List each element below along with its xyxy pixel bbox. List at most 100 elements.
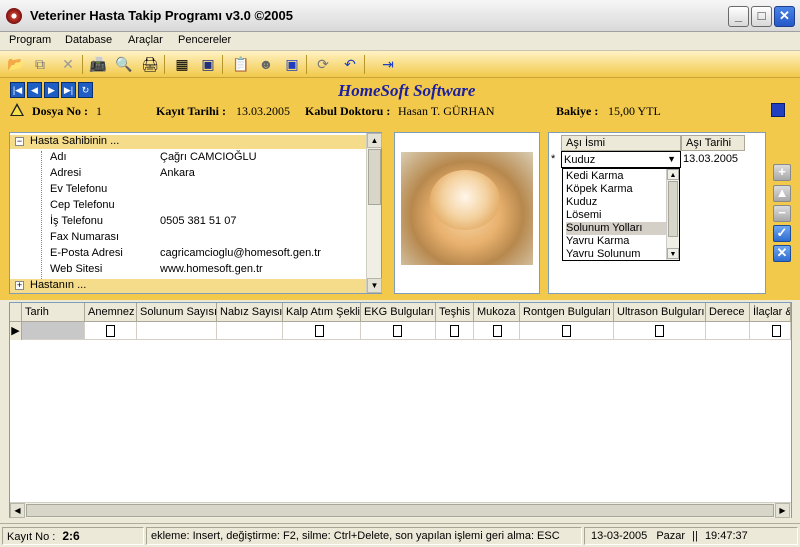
minimize-button[interactable]: _	[728, 6, 749, 27]
dropdown-item[interactable]: Köpek Karma	[566, 183, 666, 196]
grid-cell-tarih[interactable]	[22, 322, 85, 340]
first-record-button[interactable]: |◀	[10, 82, 25, 98]
vaccine-name-combo[interactable]: Kuduz ▼	[561, 151, 681, 168]
scroll-thumb[interactable]	[26, 504, 774, 517]
memo-icon[interactable]	[393, 325, 402, 337]
dropdown-item[interactable]: Yavru Solunum	[566, 248, 666, 261]
exam-grid[interactable]: Tarih Anemnez Solunum Sayısı Nabız Sayıs…	[9, 302, 792, 518]
expand-icon[interactable]: +	[15, 281, 24, 290]
prev-record-button[interactable]: ◀	[27, 82, 42, 98]
calendar-icon[interactable]: ▦	[172, 54, 192, 74]
menu-program[interactable]: Program	[9, 34, 51, 46]
field-value-adresi[interactable]: Ankara	[160, 167, 195, 179]
grid-cell-derece[interactable]	[706, 322, 750, 340]
field-value-adi[interactable]: Çağrı CAMCIOĞLU	[160, 151, 257, 163]
copy-icon[interactable]: ⧉	[30, 54, 50, 74]
warning-icon-fill	[12, 106, 22, 115]
open-folder-icon[interactable]: 📂	[6, 54, 26, 74]
chevron-down-icon[interactable]: ▼	[667, 154, 676, 164]
col-header-rontgen[interactable]: Rontgen Bulguları	[520, 303, 614, 322]
scroll-up-icon[interactable]: ▲	[367, 133, 382, 148]
col-header-ekg[interactable]: EKG Bulguları	[361, 303, 436, 322]
smiley-icon[interactable]: ☻	[256, 54, 276, 74]
memo-icon[interactable]	[493, 325, 502, 337]
calculator-icon[interactable]: ▣	[198, 54, 218, 74]
field-label-is-telefonu: İş Telefonu	[50, 215, 104, 227]
vaccine-date-value[interactable]: 13.03.2005	[683, 153, 738, 165]
scroll-thumb[interactable]	[368, 149, 381, 205]
col-header-nabiz[interactable]: Nabız Sayısı	[217, 303, 283, 322]
col-header-mukoza[interactable]: Mukoza	[474, 303, 520, 322]
col-header-kalp[interactable]: Kalp Atım Şekli	[283, 303, 361, 322]
col-header-tarih[interactable]: Tarih	[22, 303, 85, 322]
menu-pencereler[interactable]: Pencereler	[178, 34, 231, 46]
cancel-button[interactable]: ✕	[773, 245, 791, 262]
refresh-icon[interactable]: ⟳	[313, 54, 333, 74]
scroll-up-icon[interactable]: ▲	[667, 169, 679, 180]
print-icon[interactable]: 🖨	[140, 54, 160, 74]
fax-icon[interactable]: 📠	[88, 54, 108, 74]
menu-database[interactable]: Database	[65, 34, 112, 46]
dropdown-scrollbar[interactable]: ▲ ▼	[666, 169, 679, 260]
maximize-button[interactable]: □	[751, 6, 772, 27]
memo-icon[interactable]	[450, 325, 459, 337]
dropdown-item-selected[interactable]: Solunum Yolları	[566, 222, 666, 235]
col-header-ilaclar[interactable]: İlaçlar &	[750, 303, 791, 322]
patient-group-header[interactable]: + Hastanın ...	[10, 279, 367, 293]
record-counter: Kayıt No : 2:6	[2, 527, 144, 545]
owner-tree[interactable]: − Hasta Sahibinin ... Adı Çağrı CAMCIOĞL…	[9, 132, 382, 294]
col-header-anemnez[interactable]: Anemnez	[85, 303, 137, 322]
paste-icon[interactable]: 📋	[231, 54, 251, 74]
dropdown-item[interactable]: Kuduz	[566, 196, 666, 209]
vaccine-date-header[interactable]: Aşı Tarihi	[681, 135, 745, 151]
delete-icon[interactable]: ✕	[58, 54, 78, 74]
tree-scrollbar[interactable]: ▲ ▼	[366, 133, 382, 293]
vaccine-dropdown-list[interactable]: Kedi Karma Köpek Karma Kuduz Lösemi Solu…	[562, 168, 680, 261]
memo-icon[interactable]	[772, 325, 781, 337]
col-header-derece[interactable]: Derece	[706, 303, 750, 322]
memo-icon[interactable]	[655, 325, 664, 337]
field-value-web[interactable]: www.homesoft.gen.tr	[160, 263, 263, 275]
collapse-icon[interactable]: −	[15, 137, 24, 146]
dropdown-item[interactable]: Lösemi	[566, 209, 666, 222]
dropdown-item[interactable]: Kedi Karma	[566, 170, 666, 183]
col-header-ultrason[interactable]: Ultrason Bulguları	[614, 303, 706, 322]
details-icon[interactable]	[771, 103, 785, 117]
grid-cell-nabiz[interactable]	[217, 322, 283, 340]
grid-cell-solunum[interactable]	[137, 322, 217, 340]
owner-group-header[interactable]: − Hasta Sahibinin ...	[10, 135, 367, 149]
move-up-button[interactable]: ▲	[773, 185, 791, 202]
menu-araclar[interactable]: Araçlar	[128, 34, 163, 46]
scroll-left-icon[interactable]: ◀	[10, 503, 25, 518]
save-icon[interactable]: ▣	[282, 54, 302, 74]
field-value-is-telefonu[interactable]: 0505 381 51 07	[160, 215, 236, 227]
vaccine-name-header[interactable]: Aşı İsmi	[561, 135, 681, 151]
scroll-right-icon[interactable]: ▶	[775, 503, 790, 518]
scroll-down-icon[interactable]: ▼	[367, 278, 382, 293]
scroll-down-icon[interactable]: ▼	[667, 248, 679, 259]
close-button[interactable]: ✕	[774, 6, 795, 27]
add-button[interactable]: +	[773, 164, 791, 181]
next-record-button[interactable]: ▶	[44, 82, 59, 98]
last-record-button[interactable]: ▶|	[61, 82, 76, 98]
confirm-button[interactable]: ✓	[773, 225, 791, 242]
memo-icon[interactable]	[315, 325, 324, 337]
field-value-eposta[interactable]: cagricamcioglu@homesoft.gen.tr	[160, 247, 321, 259]
col-header-teshis[interactable]: Teşhis	[436, 303, 474, 322]
grid-corner	[10, 303, 22, 322]
col-header-solunum[interactable]: Solunum Sayısı	[137, 303, 217, 322]
bakiye-label: Bakiye :	[556, 104, 599, 118]
dropdown-item[interactable]: Yavru Karma	[566, 235, 666, 248]
grid-cell-ilaclar[interactable]	[750, 322, 791, 340]
remove-button[interactable]: −	[773, 205, 791, 222]
exit-door-icon[interactable]: ⇥	[378, 54, 398, 74]
title-bar: Veteriner Hasta Takip Programı v3.0 ©200…	[0, 0, 800, 32]
refresh-record-button[interactable]: ↻	[78, 82, 93, 98]
scroll-thumb[interactable]	[668, 181, 678, 237]
app-icon[interactable]	[6, 8, 22, 24]
undo-icon[interactable]: ↶	[340, 54, 360, 74]
memo-icon[interactable]	[106, 325, 115, 337]
preview-icon[interactable]: 🔍	[114, 54, 134, 74]
memo-icon[interactable]	[562, 325, 571, 337]
grid-hscrollbar[interactable]: ◀ ▶	[10, 502, 791, 518]
